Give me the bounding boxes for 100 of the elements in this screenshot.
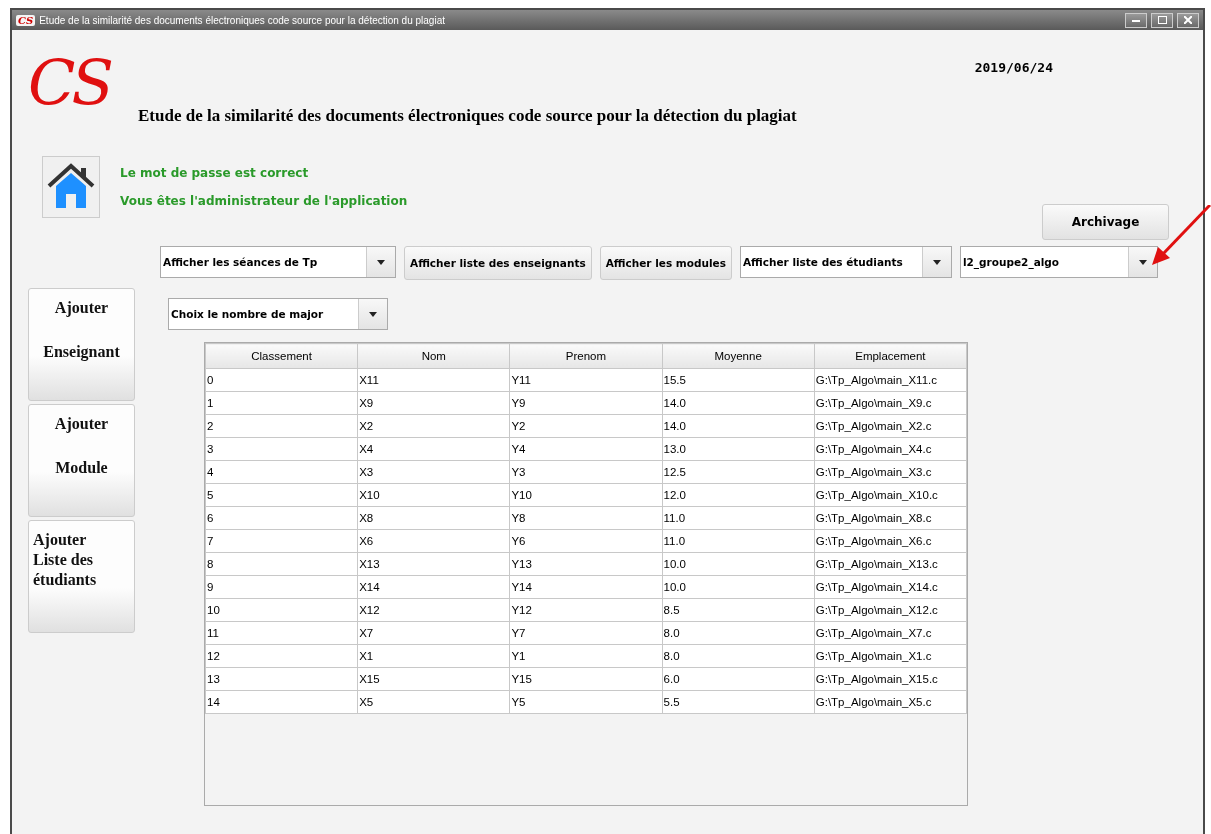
table-cell: X1: [357, 644, 510, 668]
table-cell: 12: [205, 644, 358, 668]
archive-button[interactable]: Archivage: [1042, 204, 1169, 240]
table-cell: 14: [205, 690, 358, 714]
table-cell: Y2: [509, 414, 663, 438]
table-cell: 11: [205, 621, 358, 645]
table-cell: G:\Tp_Algo\main_X10.c: [814, 483, 967, 507]
table-cell: G:\Tp_Algo\main_X9.c: [814, 391, 967, 415]
table-cell: G:\Tp_Algo\main_X13.c: [814, 552, 967, 576]
table-cell: 3: [205, 437, 358, 461]
home-button[interactable]: [42, 156, 100, 218]
table-cell: G:\Tp_Algo\main_X12.c: [814, 598, 967, 622]
table-cell: 0: [205, 368, 358, 392]
table-cell: Y3: [509, 460, 663, 484]
table-cell: G:\Tp_Algo\main_X14.c: [814, 575, 967, 599]
table-cell: Y8: [509, 506, 663, 530]
table-cell: 8: [205, 552, 358, 576]
table-cell: Y11: [509, 368, 663, 392]
sidebar-button[interactable]: Ajouter Liste des étudiants: [28, 520, 135, 633]
toolbar-button[interactable]: Afficher liste des enseignants: [404, 246, 592, 280]
table-cell: 6: [205, 506, 358, 530]
table-cell: Y7: [509, 621, 663, 645]
column-header[interactable]: Nom: [357, 343, 510, 369]
dropdown[interactable]: Choix le nombre de major: [168, 298, 388, 330]
date: 2019/06/24: [974, 60, 1053, 75]
table-cell: Y13: [509, 552, 663, 576]
minimize-button[interactable]: [1125, 12, 1147, 28]
table-cell: Y10: [509, 483, 663, 507]
table-cell: 14.0: [662, 391, 815, 415]
table-cell: 13.0: [662, 437, 815, 461]
table-cell: X4: [357, 437, 510, 461]
table-cell: Y6: [509, 529, 663, 553]
table-cell: Y9: [509, 391, 663, 415]
table-cell: Y12: [509, 598, 663, 622]
table-cell: X3: [357, 460, 510, 484]
table-cell: X2: [357, 414, 510, 438]
table-cell: G:\Tp_Algo\main_X15.c: [814, 667, 967, 691]
table-cell: G:\Tp_Algo\main_X11.c: [814, 368, 967, 392]
table-cell: 2: [205, 414, 358, 438]
column-header[interactable]: Prenom: [509, 343, 663, 369]
table-cell: G:\Tp_Algo\main_X1.c: [814, 644, 967, 668]
table-cell: 10.0: [662, 575, 815, 599]
table-cell: 11.0: [662, 529, 815, 553]
table-cell: X15: [357, 667, 510, 691]
sidebar-button[interactable]: Ajouter Enseignant: [28, 288, 135, 401]
dropdown[interactable]: Afficher les séances de Tp: [160, 246, 396, 278]
table-cell: G:\Tp_Algo\main_X3.c: [814, 460, 967, 484]
table-cell: X8: [357, 506, 510, 530]
window-title: Etude de la similarité des documents électroniques code source pour la détection du plagiat: [39, 14, 446, 26]
maximize-button[interactable]: [1151, 12, 1173, 28]
table-cell: 5: [205, 483, 358, 507]
table-cell: 8.5: [662, 598, 815, 622]
table-cell: 12.0: [662, 483, 815, 507]
table-cell: 10.0: [662, 552, 815, 576]
table-cell: 7: [205, 529, 358, 553]
table-cell: 15.5: [662, 368, 815, 392]
arrow-drawing: [1150, 205, 1211, 267]
table-cell: X14: [357, 575, 510, 599]
status-message: Vous êtes l'administrateur de l'application: [120, 194, 408, 208]
table-cell: 10: [205, 598, 358, 622]
table-cell: X5: [357, 690, 510, 714]
logo: CS: [28, 46, 112, 119]
table-cell: G:\Tp_Algo\main_X5.c: [814, 690, 967, 714]
dropdown[interactable]: Afficher liste des étudiants: [739, 246, 952, 278]
table-cell: Y14: [509, 575, 663, 599]
table-cell: 5.5: [662, 690, 815, 714]
column-header[interactable]: Classement: [205, 343, 358, 369]
column-header[interactable]: Emplacement: [814, 343, 967, 369]
table-cell: X6: [357, 529, 510, 553]
title-logo: CS: [16, 14, 36, 26]
table-cell: Y4: [509, 437, 663, 461]
caret-icon: [1138, 259, 1147, 265]
close-icon: [1184, 16, 1192, 24]
table-cell: X13: [357, 552, 510, 576]
table-cell: 11.0: [662, 506, 815, 530]
table-cell: Y5: [509, 690, 663, 714]
table-cell: G:\Tp_Algo\main_X7.c: [814, 621, 967, 645]
table-cell: 6.0: [662, 667, 815, 691]
dropdown[interactable]: l2_groupe2_algo: [959, 246, 1158, 278]
table-cell: 13: [205, 667, 358, 691]
table-cell: X9: [357, 391, 510, 415]
table-cell: 9: [205, 575, 358, 599]
table-cell: X7: [357, 621, 510, 645]
status-message: Le mot de passe est correct: [120, 166, 310, 180]
table-cell: Y1: [509, 644, 663, 668]
toolbar-button[interactable]: Afficher les modules: [599, 246, 732, 280]
column-header[interactable]: Moyenne: [662, 343, 815, 369]
table-cell: G:\Tp_Algo\main_X2.c: [814, 414, 967, 438]
table-cell: 8.0: [662, 621, 815, 645]
maximize-icon: [1157, 16, 1167, 24]
table-cell: 12.5: [662, 460, 815, 484]
sidebar-button[interactable]: Ajouter Module: [28, 404, 135, 517]
table-cell: 4: [205, 460, 358, 484]
table-cell: Y15: [509, 667, 663, 691]
close-button[interactable]: [1177, 12, 1199, 28]
table-cell: 14.0: [662, 414, 815, 438]
caret-icon: [377, 259, 385, 265]
minimize-icon: [1132, 18, 1140, 22]
table-cell: 1: [205, 391, 358, 415]
table-cell: G:\Tp_Algo\main_X6.c: [814, 529, 967, 553]
